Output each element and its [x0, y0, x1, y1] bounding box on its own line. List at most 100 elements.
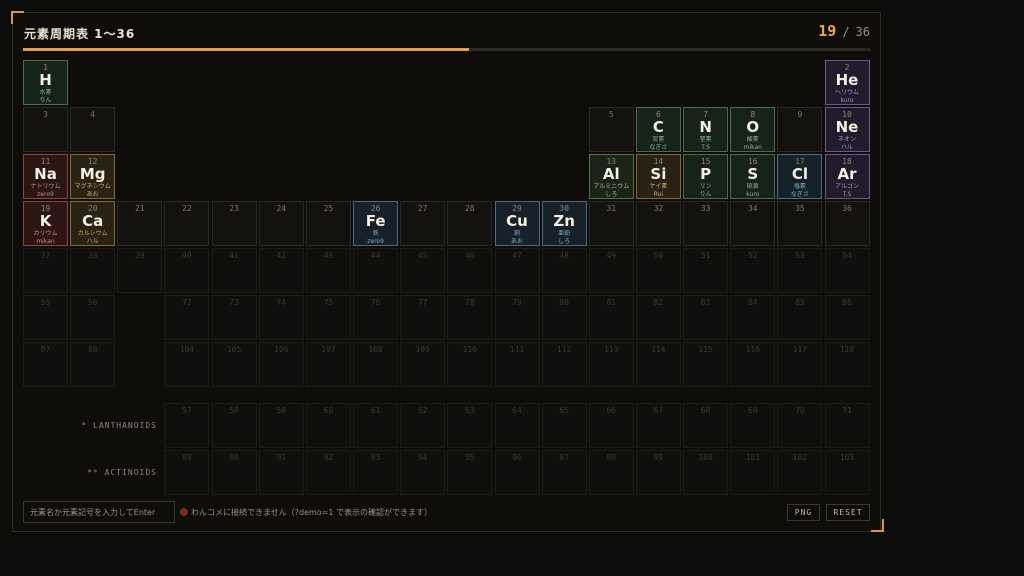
element-cell-locked[interactable]: 62: [400, 403, 446, 448]
element-cell-locked[interactable]: 53: [777, 248, 823, 293]
element-cell-empty[interactable]: 35: [777, 201, 823, 246]
element-cell-locked[interactable]: 90: [211, 450, 257, 495]
element-cell-locked[interactable]: 57: [164, 403, 210, 448]
element-cell-locked[interactable]: 46: [447, 248, 493, 293]
element-search-input[interactable]: [23, 501, 175, 523]
element-cell-locked[interactable]: 43: [305, 248, 351, 293]
element-cell-o[interactable]: 8 O 酸素 mikan: [730, 107, 776, 152]
element-cell-empty[interactable]: 27: [400, 201, 446, 246]
element-cell-empty[interactable]: 21: [117, 201, 163, 246]
element-cell-locked[interactable]: 41: [211, 248, 257, 293]
element-cell-locked[interactable]: 115: [683, 342, 729, 387]
element-cell-locked[interactable]: 83: [683, 295, 729, 340]
element-cell-locked[interactable]: 93: [353, 450, 399, 495]
element-cell-empty[interactable]: 34: [730, 201, 776, 246]
element-cell-locked[interactable]: 101: [730, 450, 776, 495]
element-cell-empty[interactable]: 31: [588, 201, 634, 246]
element-cell-locked[interactable]: 99: [635, 450, 681, 495]
element-cell-locked[interactable]: 44: [353, 248, 399, 293]
element-cell-locked[interactable]: 106: [258, 342, 304, 387]
element-cell-locked[interactable]: 113: [588, 342, 634, 387]
element-cell-locked[interactable]: 86: [824, 295, 870, 340]
element-cell-empty[interactable]: 3: [23, 107, 68, 152]
element-cell-locked[interactable]: 74: [258, 295, 304, 340]
element-cell-empty[interactable]: 9: [777, 107, 823, 152]
element-cell-locked[interactable]: 81: [588, 295, 634, 340]
element-cell-locked[interactable]: 98: [588, 450, 634, 495]
element-cell-locked[interactable]: 112: [541, 342, 587, 387]
element-cell-locked[interactable]: 56: [70, 295, 116, 340]
element-cell-empty[interactable]: 4: [70, 107, 116, 152]
element-cell-k[interactable]: 19 K カリウム mikan: [23, 201, 68, 246]
element-cell-locked[interactable]: 63: [447, 403, 493, 448]
element-cell-locked[interactable]: 97: [541, 450, 587, 495]
element-cell-locked[interactable]: 91: [258, 450, 304, 495]
reset-button[interactable]: RESET: [826, 504, 870, 521]
element-cell-locked[interactable]: 51: [683, 248, 729, 293]
element-cell-locked[interactable]: 69: [730, 403, 776, 448]
element-cell-locked[interactable]: 107: [305, 342, 351, 387]
element-cell-si[interactable]: 14 Si ケイ素 Rui: [635, 154, 681, 199]
element-cell-locked[interactable]: 59: [258, 403, 304, 448]
element-cell-locked[interactable]: 49: [588, 248, 634, 293]
element-cell-ne[interactable]: 10 Ne ネオン ハル: [824, 107, 870, 152]
element-cell-locked[interactable]: 79: [494, 295, 540, 340]
element-cell-locked[interactable]: 82: [635, 295, 681, 340]
element-cell-cu[interactable]: 29 Cu 銅あお: [494, 201, 540, 246]
element-cell-locked[interactable]: 78: [447, 295, 493, 340]
element-cell-locked[interactable]: 61: [353, 403, 399, 448]
element-cell-empty[interactable]: 5: [588, 107, 634, 152]
element-cell-empty[interactable]: 32: [635, 201, 681, 246]
element-cell-locked[interactable]: 68: [683, 403, 729, 448]
element-cell-locked[interactable]: 100: [683, 450, 729, 495]
element-cell-cl[interactable]: 17 Cl 塩素 なぎさ: [777, 154, 823, 199]
element-cell-s[interactable]: 16 S 硫黄 kuro: [730, 154, 776, 199]
element-cell-empty[interactable]: 36: [824, 201, 870, 246]
element-cell-locked[interactable]: 75: [305, 295, 351, 340]
element-cell-locked[interactable]: 118: [824, 342, 870, 387]
element-cell-locked[interactable]: 108: [353, 342, 399, 387]
element-cell-locked[interactable]: 73: [211, 295, 257, 340]
element-cell-fe[interactable]: 26 Fe 鉄 zero9: [353, 201, 399, 246]
element-cell-n[interactable]: 7 N 窒素 T.S: [683, 107, 729, 152]
element-cell-ar[interactable]: 18 Ar アルゴン T.S: [824, 154, 870, 199]
element-cell-he[interactable]: 2 He ヘリウム kuro: [824, 60, 870, 105]
element-cell-empty[interactable]: 24: [258, 201, 304, 246]
element-cell-empty[interactable]: 28: [447, 201, 493, 246]
element-cell-locked[interactable]: 95: [447, 450, 493, 495]
element-cell-locked[interactable]: 116: [730, 342, 776, 387]
element-cell-al[interactable]: 13 Al アルミニウム しろ: [588, 154, 634, 199]
element-cell-locked[interactable]: 88: [70, 342, 116, 387]
element-cell-locked[interactable]: 117: [777, 342, 823, 387]
element-cell-locked[interactable]: 50: [635, 248, 681, 293]
element-cell-locked[interactable]: 54: [824, 248, 870, 293]
element-cell-locked[interactable]: 80: [541, 295, 587, 340]
element-cell-empty[interactable]: 22: [164, 201, 210, 246]
element-cell-empty[interactable]: 23: [211, 201, 257, 246]
element-cell-locked[interactable]: 111: [494, 342, 540, 387]
element-cell-locked[interactable]: 70: [777, 403, 823, 448]
element-cell-locked[interactable]: 96: [494, 450, 540, 495]
element-cell-locked[interactable]: 89: [164, 450, 210, 495]
element-cell-h[interactable]: 1 H 水素 りん: [23, 60, 68, 105]
element-cell-locked[interactable]: 84: [730, 295, 776, 340]
element-cell-p[interactable]: 15 P リン りん: [683, 154, 729, 199]
element-cell-locked[interactable]: 38: [70, 248, 116, 293]
element-cell-locked[interactable]: 58: [211, 403, 257, 448]
element-cell-locked[interactable]: 64: [494, 403, 540, 448]
element-cell-locked[interactable]: 55: [23, 295, 68, 340]
element-cell-locked[interactable]: 76: [353, 295, 399, 340]
element-cell-mg[interactable]: 12 Mg マグネシウム あお: [70, 154, 116, 199]
element-cell-locked[interactable]: 67: [635, 403, 681, 448]
element-cell-locked[interactable]: 71: [824, 403, 870, 448]
element-cell-locked[interactable]: 104: [164, 342, 210, 387]
png-export-button[interactable]: PNG: [787, 504, 820, 521]
element-cell-locked[interactable]: 66: [588, 403, 634, 448]
element-cell-locked[interactable]: 114: [635, 342, 681, 387]
element-cell-c[interactable]: 6 C 炭素 なぎさ: [635, 107, 681, 152]
element-cell-locked[interactable]: 87: [23, 342, 68, 387]
element-cell-locked[interactable]: 65: [541, 403, 587, 448]
element-cell-locked[interactable]: 77: [400, 295, 446, 340]
element-cell-locked[interactable]: 42: [258, 248, 304, 293]
element-cell-locked[interactable]: 52: [730, 248, 776, 293]
